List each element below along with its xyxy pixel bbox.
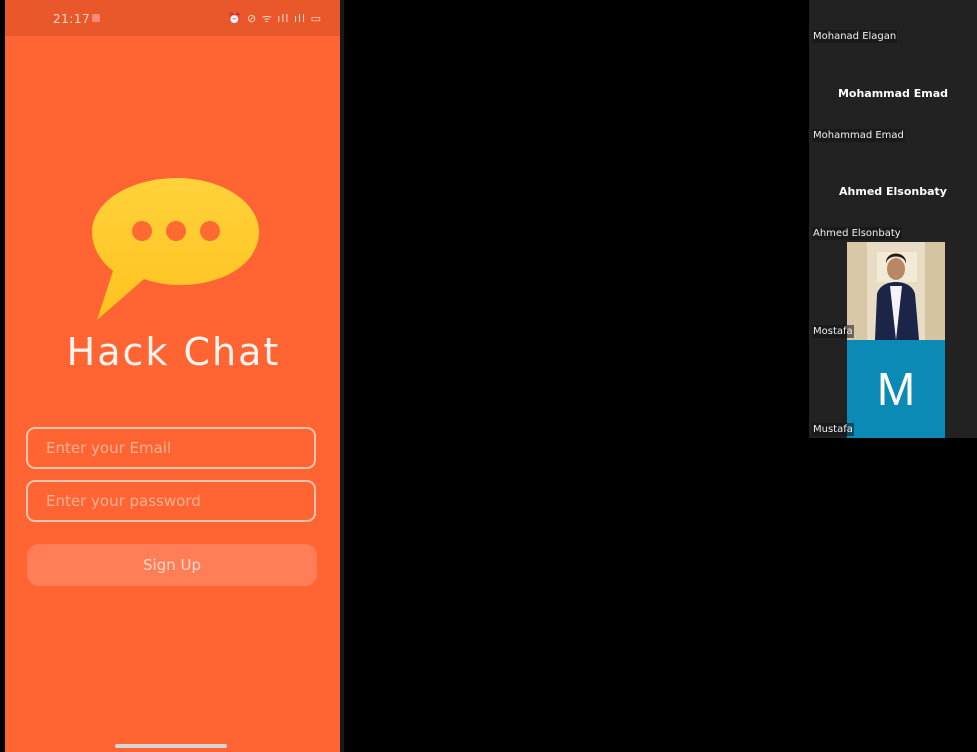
participant-tile[interactable]: M Mustafa	[809, 340, 977, 438]
home-indicator[interactable]	[115, 744, 227, 748]
participant-center-name: Mohammad Emad	[837, 87, 949, 100]
participant-tile[interactable]: Mohammad Emad Mohammad Emad	[809, 46, 977, 144]
sign-up-button[interactable]: Sign Up	[27, 544, 317, 586]
participant-name-label: Ahmed Elsonbaty	[812, 227, 902, 240]
notification-dot-icon	[92, 14, 100, 22]
participant-name-label: Mohammad Emad	[812, 129, 905, 142]
participant-tile[interactable]: Ahmed Elsonbaty Ahmed Elsonbaty	[809, 144, 977, 242]
participant-tile[interactable]: Mostafa	[809, 242, 977, 340]
participant-name-label: Mustafa	[812, 423, 854, 436]
phone-screen-share: 21:17 ⏰ ⊘ ᯤ ıll ıll ▭ Hack Chat Sign Up	[5, 0, 342, 752]
participant-center-name: Ahmed Elsonbaty	[839, 185, 947, 198]
participant-name-label: Mostafa	[812, 325, 854, 338]
participant-tile[interactable]: Mohanad Elagan	[809, 0, 977, 45]
participants-panel: Mohanad Elagan Mohammad Emad Mohammad Em…	[809, 0, 977, 438]
status-time: 21:17	[53, 12, 91, 26]
phone-status-bar: 21:17 ⏰ ⊘ ᯤ ıll ıll ▭	[5, 0, 342, 36]
status-icons: ⏰ ⊘ ᯤ ıll ıll ▭	[227, 12, 322, 25]
phone-edge	[340, 0, 344, 752]
app-title: Hack Chat	[66, 330, 281, 374]
participant-video	[847, 242, 945, 340]
participant-avatar: M	[847, 340, 945, 438]
email-field[interactable]	[26, 427, 316, 469]
participant-name-label: Mohanad Elagan	[812, 30, 898, 43]
chat-bubble-logo-icon	[87, 150, 262, 325]
password-field[interactable]	[26, 480, 316, 522]
